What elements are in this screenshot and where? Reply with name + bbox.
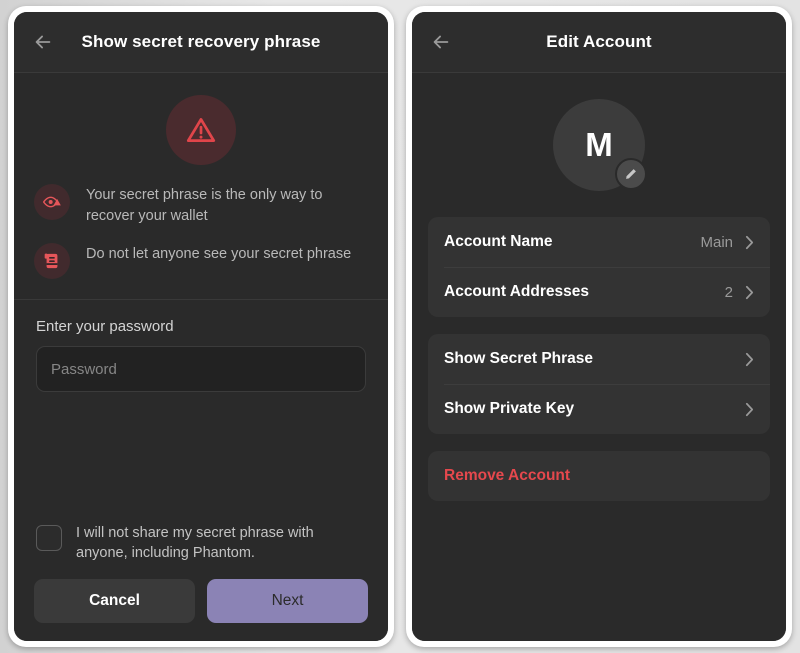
- chevron-right-icon: [745, 352, 754, 367]
- row-label: Show Private Key: [444, 400, 575, 417]
- show-secret-recovery-phrase-panel: Show secret recovery phrase Your secret …: [8, 6, 394, 647]
- right-panel-header: Edit Account: [412, 12, 786, 73]
- warning-item-text: Your secret phrase is the only way to re…: [86, 187, 323, 224]
- flex-spacer: [14, 392, 388, 523]
- next-button[interactable]: Next: [207, 579, 368, 623]
- agreement-label: I will not share my secret phrase with a…: [76, 525, 314, 561]
- page-title-left: Show secret recovery phrase: [81, 32, 321, 51]
- row-label: Account Addresses: [444, 283, 589, 300]
- security-card: Show Secret Phrase Show Private Key: [428, 334, 770, 434]
- back-button-left[interactable]: [26, 25, 60, 59]
- hero-warning-section: [14, 73, 388, 179]
- scroll-document-icon-wrap: [34, 243, 70, 280]
- password-section: Enter your password: [14, 300, 388, 393]
- row-label: Account Name: [444, 233, 553, 250]
- warning-item-text: Do not let anyone see your secret phrase: [86, 246, 352, 263]
- password-input[interactable]: [36, 346, 366, 393]
- row-value: 2: [724, 283, 733, 301]
- password-label: Enter your password: [36, 318, 174, 336]
- chevron-right-icon: [745, 285, 754, 300]
- eye-warning-icon-wrap: [34, 184, 70, 220]
- agreement-checkbox[interactable]: [36, 525, 62, 551]
- row-value: Main: [700, 233, 733, 251]
- row-label: Remove Account: [444, 467, 571, 484]
- left-panel-body: Your secret phrase is the only way to re…: [14, 73, 388, 641]
- warning-item: Your secret phrase is the only way to re…: [34, 183, 368, 226]
- row-show-private-key[interactable]: Show Private Key: [428, 384, 770, 434]
- right-panel-inner: Edit Account M Account Name Main Account…: [412, 12, 786, 641]
- avatar[interactable]: M: [553, 99, 647, 191]
- avatar-edit-button[interactable]: [615, 158, 647, 190]
- eye-warning-icon: [42, 196, 61, 208]
- warning-list: Your secret phrase is the only way to re…: [14, 179, 388, 280]
- agreement-row: I will not share my secret phrase with a…: [14, 523, 388, 563]
- row-show-secret-phrase[interactable]: Show Secret Phrase: [428, 334, 770, 384]
- arrow-left-icon: [433, 35, 449, 49]
- action-button-row: Cancel Next: [14, 579, 388, 641]
- danger-card: Remove Account: [428, 451, 770, 501]
- row-account-addresses[interactable]: Account Addresses 2: [428, 267, 770, 317]
- arrow-left-icon: [35, 35, 51, 49]
- row-remove-account[interactable]: Remove Account: [428, 451, 770, 501]
- row-label: Show Secret Phrase: [444, 350, 594, 367]
- cancel-button[interactable]: Cancel: [34, 579, 195, 623]
- right-panel-body: M Account Name Main Account Addresses 2 …: [412, 73, 786, 641]
- warning-item: Do not let anyone see your secret phrase: [34, 242, 368, 280]
- avatar-section: M: [428, 73, 770, 217]
- warning-triangle-icon: [186, 118, 216, 142]
- left-panel-inner: Show secret recovery phrase Your secret …: [14, 12, 388, 641]
- chevron-right-icon: [745, 402, 754, 417]
- edit-account-panel: Edit Account M Account Name Main Account…: [406, 6, 792, 647]
- chevron-right-icon: [745, 235, 754, 250]
- screenshot-stage: Show secret recovery phrase Your secret …: [0, 0, 800, 653]
- left-panel-header: Show secret recovery phrase: [14, 12, 388, 73]
- scroll-document-icon: [44, 253, 58, 269]
- pencil-icon: [626, 169, 636, 179]
- back-button-right[interactable]: [424, 25, 458, 59]
- row-account-name[interactable]: Account Name Main: [428, 217, 770, 267]
- account-info-card: Account Name Main Account Addresses 2: [428, 217, 770, 317]
- avatar-initial: M: [585, 126, 613, 163]
- warning-badge: [166, 95, 236, 165]
- page-title-right: Edit Account: [546, 32, 652, 51]
